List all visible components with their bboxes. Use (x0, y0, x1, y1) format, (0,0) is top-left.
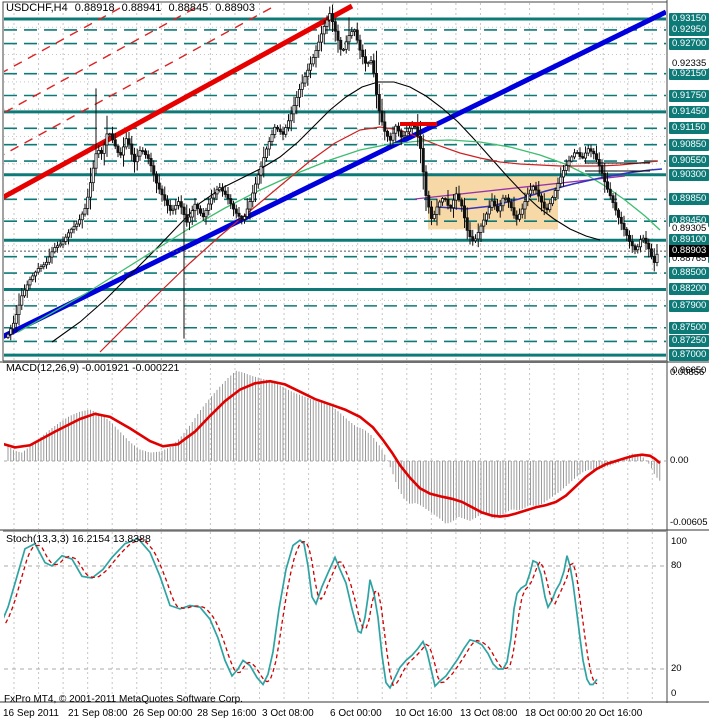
current-price-label: 0.88903 (669, 245, 709, 258)
stoch-values: 16.2154 13.8388 (71, 533, 151, 545)
price-axis-label: 0.88500 (669, 267, 709, 280)
chart-symbol: USDCHF,H4 (6, 2, 68, 14)
time-axis-label: 3 Oct 08:00 (262, 708, 314, 719)
macd-axis-label: 0.00856 (670, 367, 705, 378)
stoch-label: Stoch(13,3,3) (6, 533, 70, 545)
price-axis-plain-label: 0.92335 (670, 57, 709, 69)
time-axis-label: 26 Sep 00:00 (133, 708, 193, 719)
macd-panel-area[interactable] (4, 363, 666, 529)
chart-title: USDCHF,H4 0.88918 0.88941 0.88845 0.8890… (6, 2, 259, 14)
macd-axis-label: 0.00 (670, 455, 689, 466)
price-axis-label: 0.87250 (669, 335, 709, 348)
macd-indicator-label: MACD(12,26,9) -0.001921 -0.000221 (6, 362, 179, 374)
price-axis-label: 0.89850 (669, 193, 709, 206)
price-axis-label: 0.92150 (669, 67, 709, 80)
price-axis-label: 0.90300 (669, 168, 709, 181)
price-axis-label: 0.87500 (669, 321, 709, 334)
time-axis-label: 28 Sep 16:00 (197, 708, 257, 719)
price-axis-label: 0.91450 (669, 105, 709, 118)
macd-values: -0.001921 -0.000221 (81, 362, 180, 374)
time-axis-label: 13 Oct 08:00 (460, 708, 518, 719)
time-axis-label: 18 Oct 00:00 (525, 708, 583, 719)
stoch-axis-label: 20 (671, 663, 682, 674)
quote-high: 0.88941 (121, 2, 162, 14)
price-axis-label: 0.87900 (669, 299, 709, 312)
main-chart-area[interactable] (4, 3, 666, 361)
mt4-chart-window: USDCHF,H4 0.88918 0.88941 0.88845 0.8890… (0, 0, 709, 723)
macd-label: MACD(12,26,9) (6, 362, 79, 374)
stoch-axis-label: 100 (671, 536, 687, 547)
price-axis-label: 0.88200 (669, 283, 709, 296)
stoch-axis-label: 80 (671, 559, 682, 571)
quote-close: 0.88903 (215, 2, 256, 14)
time-axis-label: 10 Oct 16:00 (395, 708, 453, 719)
quote-open: 0.88918 (74, 2, 115, 14)
price-axis-label: 0.91750 (669, 89, 709, 102)
time-axis-label: 6 Oct 00:00 (330, 708, 382, 719)
stoch-axis-label: 0 (671, 688, 677, 699)
price-axis-label: 0.87000 (669, 349, 709, 362)
price-axis-label: 0.90850 (669, 138, 709, 151)
price-axis-label: 0.91150 (669, 122, 709, 135)
time-axis-label: 21 Sep 08:00 (68, 708, 128, 719)
macd-axis-label: -0.00605 (670, 517, 708, 528)
stoch-indicator-label: Stoch(13,3,3) 16.2154 13.8388 (6, 533, 151, 545)
time-axis-label: 20 Oct 16:00 (585, 708, 643, 719)
price-axis-label: 0.92950 (669, 23, 709, 36)
price-axis-label: 0.92700 (669, 37, 709, 50)
stoch-panel-area[interactable] (4, 532, 666, 701)
quote-low: 0.88845 (168, 2, 209, 14)
copyright-text: FxPro MT4, © 2001-2011 MetaQuotes Softwa… (4, 694, 243, 705)
price-axis-plain-label: 0.89305 (670, 223, 709, 235)
time-axis-label: 16 Sep 2011 (3, 708, 59, 719)
price-axis-label: 0.90550 (669, 155, 709, 168)
